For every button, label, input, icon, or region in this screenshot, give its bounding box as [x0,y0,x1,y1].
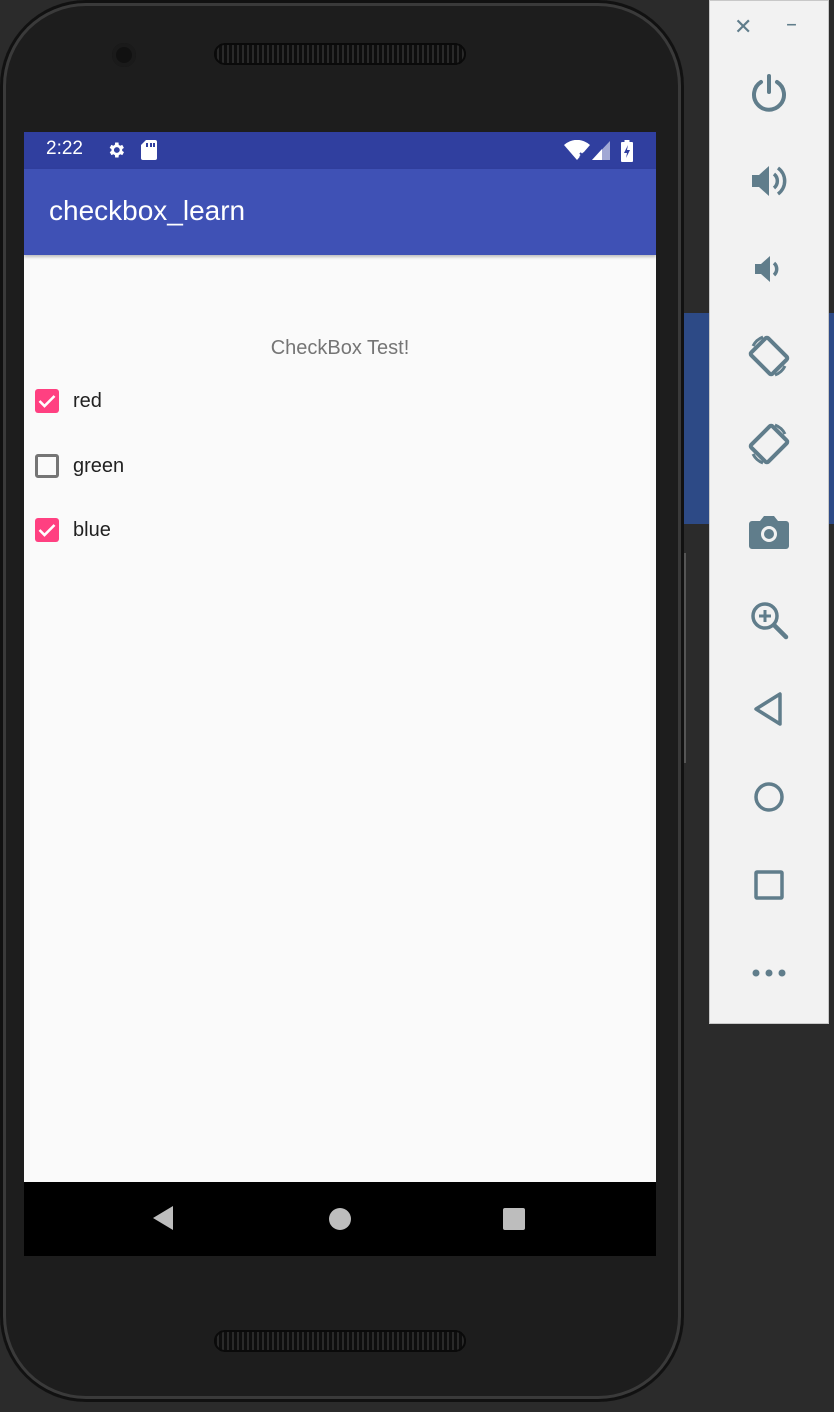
bottom-speaker [214,1330,466,1352]
content-area: CheckBox Test! red green blue [24,255,656,1182]
power-icon[interactable] [744,68,794,118]
signal-icon [592,140,610,164]
back-icon[interactable] [151,1204,175,1236]
recents-icon[interactable] [503,1208,525,1234]
checkbox-green[interactable]: green [35,452,124,480]
settings-icon [106,140,126,164]
status-bar: 2:22 [24,132,656,169]
app-bar: checkbox_learn [24,169,656,255]
status-time: 2:22 [46,138,83,159]
close-icon[interactable]: ✕ [734,15,752,40]
volume-up-icon[interactable] [744,156,794,206]
navigation-bar [24,1182,656,1256]
header-text: CheckBox Test! [270,337,410,359]
checkbox-red[interactable]: red [35,387,102,415]
checkbox-label: green [73,454,125,477]
top-speaker [214,43,466,65]
rotate-left-icon[interactable] [744,331,794,381]
checkbox-label: blue [73,518,111,541]
checkbox-checked-icon[interactable] [35,389,59,413]
zoom-icon[interactable] [744,595,794,645]
home-icon[interactable] [744,772,794,822]
wifi-icon [564,139,590,164]
volume-down-icon[interactable] [744,244,794,294]
app-title: checkbox_learn [49,195,246,226]
more-icon[interactable] [744,948,794,998]
emulator-toolbar: ✕ – [709,0,829,1024]
checkbox-label: red [73,389,102,412]
sd-card-icon [141,140,157,164]
ide-scrollbar [684,553,686,763]
checkbox-checked-icon[interactable] [35,518,59,542]
checkbox-unchecked-icon[interactable] [35,454,59,478]
phone-frame: 2:22 checkbox_learn CheckBox Test! red g… [0,0,684,1402]
phone-screen: 2:22 checkbox_learn CheckBox Test! red g… [24,132,656,1256]
minimize-icon[interactable]: – [786,12,797,37]
back-icon[interactable] [744,684,794,734]
home-icon[interactable] [328,1207,352,1235]
rotate-right-icon[interactable] [744,419,794,469]
front-camera [112,43,136,67]
battery-icon [621,140,633,166]
checkbox-blue[interactable]: blue [35,516,111,544]
camera-icon[interactable] [744,507,794,557]
overview-icon[interactable] [744,860,794,910]
